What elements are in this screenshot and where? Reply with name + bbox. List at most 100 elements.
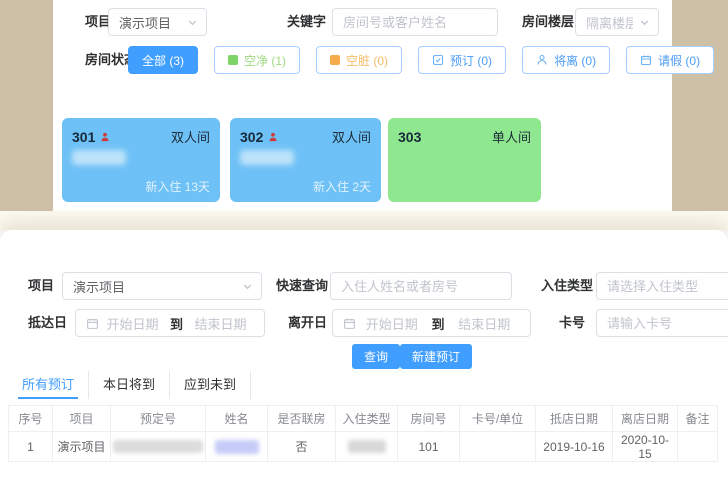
status-filter-departing-label: 将离 (0)	[554, 52, 596, 69]
occupant-red-person-icon	[100, 132, 110, 142]
cell-room-no: 101	[398, 432, 460, 462]
status-filter-dirty[interactable]: 空脏 (0)	[316, 46, 402, 74]
room-type: 双人间	[332, 127, 371, 146]
room-card-header: 301 双人间	[62, 118, 220, 146]
date-range-to-text: 到	[166, 314, 187, 333]
room-status-filter-row: 房间状态 全部 (3) 空净 (1) 空脏 (0) 预	[53, 46, 672, 74]
col-header-linked-room: 是否联房	[268, 406, 336, 432]
col-header-card-unit: 卡号/单位	[460, 406, 536, 432]
status-filter-group: 全部 (3) 空净 (1) 空脏 (0) 预订 (0)	[128, 46, 714, 74]
date-range-to-text: 到	[428, 314, 449, 333]
occupant-red-person-icon	[268, 132, 278, 142]
project-label: 项目	[28, 272, 54, 300]
card-number-input[interactable]	[596, 309, 728, 337]
status-filter-clean-label: 空净 (1)	[244, 52, 286, 69]
left-margin-decoration	[0, 0, 53, 211]
calendar-icon	[86, 317, 99, 330]
cell-name[interactable]	[206, 432, 268, 462]
calendar-icon	[343, 317, 356, 330]
project-select-value: 演示项目	[119, 13, 171, 32]
status-filter-booked-label: 预订 (0)	[450, 52, 492, 69]
floor-select[interactable]: 隔离楼层	[575, 8, 659, 36]
room-number: 302	[240, 129, 263, 145]
tab-label: 本日将到	[103, 377, 155, 392]
status-filter-leave[interactable]: 请假 (0)	[626, 46, 714, 74]
card-number-label: 卡号	[559, 309, 585, 337]
departure-date-label: 离开日	[288, 309, 327, 337]
room-number: 301	[72, 129, 95, 145]
checkin-type-input[interactable]	[596, 272, 728, 300]
status-filter-departing[interactable]: 将离 (0)	[522, 46, 610, 74]
panel-gap	[0, 211, 728, 230]
project-select[interactable]: 演示项目	[108, 8, 207, 36]
col-header-departure-date: 离店日期	[613, 406, 678, 432]
reservation-tabs: 所有预订 本日将到 应到未到	[8, 371, 251, 399]
col-header-booking-no: 预定号	[111, 406, 206, 432]
status-filter-dirty-label: 空脏 (0)	[346, 52, 388, 69]
chevron-down-icon	[242, 281, 253, 292]
stay-duration: 新入住 2天	[313, 178, 371, 195]
checkin-type-label: 入住类型	[541, 272, 593, 300]
room-card-302[interactable]: 302 双人间 新入住 2天	[230, 118, 381, 202]
stay-duration: 新入住 13天	[145, 178, 210, 195]
cell-project: 演示项目	[53, 432, 111, 462]
arrival-date-range-picker[interactable]: 开始日期 到 结束日期	[75, 309, 265, 337]
cell-linked-room: 否	[268, 432, 336, 462]
end-date-placeholder: 结束日期	[187, 314, 254, 333]
chevron-down-icon	[187, 17, 198, 28]
quick-search-input[interactable]	[330, 272, 512, 300]
keyword-label: 关键字	[287, 8, 326, 36]
start-date-placeholder: 开始日期	[99, 314, 166, 333]
keyword-input[interactable]	[332, 8, 498, 36]
status-filter-all-label: 全部 (3)	[142, 52, 184, 69]
cell-checkin-type	[336, 432, 398, 462]
cell-arrival-date: 2019-10-16	[536, 432, 613, 462]
redacted-checkin-type	[348, 440, 386, 453]
check-square-icon	[432, 54, 444, 66]
tab-label: 应到未到	[184, 377, 236, 392]
end-date-placeholder: 结束日期	[449, 314, 521, 333]
room-card-303[interactable]: 303 单人间	[388, 118, 541, 202]
reservation-filter-row-2: 抵达日 开始日期 到 结束日期 离开日 开始日期 到 结束日期 卡号	[0, 309, 728, 337]
room-card-grid: 301 双人间 新入住 13天 302 双人间 新入住 2天	[53, 118, 672, 202]
reservation-panel: 项目 演示项目 快速查询 入住类型 抵达日 开始日期 到 结束日期 离开日 开始…	[0, 230, 728, 487]
project-select[interactable]: 演示项目	[62, 272, 262, 300]
room-card-301[interactable]: 301 双人间 新入住 13天	[62, 118, 220, 202]
chevron-down-icon	[639, 17, 650, 28]
start-date-placeholder: 开始日期	[356, 314, 428, 333]
dirty-square-icon	[330, 55, 340, 65]
room-type: 双人间	[171, 127, 210, 146]
status-filter-booked[interactable]: 预订 (0)	[418, 46, 506, 74]
tab-arriving-today[interactable]: 本日将到	[89, 371, 170, 399]
calendar-icon	[640, 54, 652, 66]
status-filter-all[interactable]: 全部 (3)	[128, 46, 198, 74]
cell-card-unit	[460, 432, 536, 462]
col-header-seq: 序号	[9, 406, 53, 432]
col-header-remark: 备注	[678, 406, 718, 432]
new-booking-button[interactable]: 新建预订	[400, 344, 472, 369]
reservation-table: 序号 项目 预定号 姓名 是否联房 入住类型 房间号 卡号/单位 抵店日期 离店…	[8, 405, 718, 462]
table-header-row: 序号 项目 预定号 姓名 是否联房 入住类型 房间号 卡号/单位 抵店日期 离店…	[9, 406, 718, 432]
query-button[interactable]: 查询	[352, 344, 400, 369]
room-card-header: 303 单人间	[388, 118, 541, 146]
room-status-card: 项目 演示项目 关键字 房间楼层 隔离楼层 房间状态 全部 (3)	[53, 0, 672, 211]
person-icon	[536, 54, 548, 66]
project-select-value: 演示项目	[73, 277, 125, 296]
redacted-guest-name	[240, 150, 294, 165]
cell-seq: 1	[9, 432, 53, 462]
tab-all-reservations[interactable]: 所有预订	[8, 371, 89, 399]
tab-expected-not-arrived[interactable]: 应到未到	[170, 371, 251, 399]
screen: 项目 演示项目 关键字 房间楼层 隔离楼层 房间状态 全部 (3)	[0, 0, 728, 487]
col-header-name: 姓名	[206, 406, 268, 432]
col-header-project: 项目	[53, 406, 111, 432]
status-filter-clean[interactable]: 空净 (1)	[214, 46, 300, 74]
room-status-panel: 项目 演示项目 关键字 房间楼层 隔离楼层 房间状态 全部 (3)	[0, 0, 728, 211]
redacted-booking-number	[113, 440, 203, 453]
clean-square-icon	[228, 55, 238, 65]
arrival-date-label: 抵达日	[28, 309, 67, 337]
departure-date-range-picker[interactable]: 开始日期 到 结束日期	[332, 309, 531, 337]
quick-search-label: 快速查询	[276, 272, 328, 300]
right-margin-decoration	[672, 0, 728, 211]
cell-remark	[678, 432, 718, 462]
redacted-guest-name	[215, 440, 259, 454]
